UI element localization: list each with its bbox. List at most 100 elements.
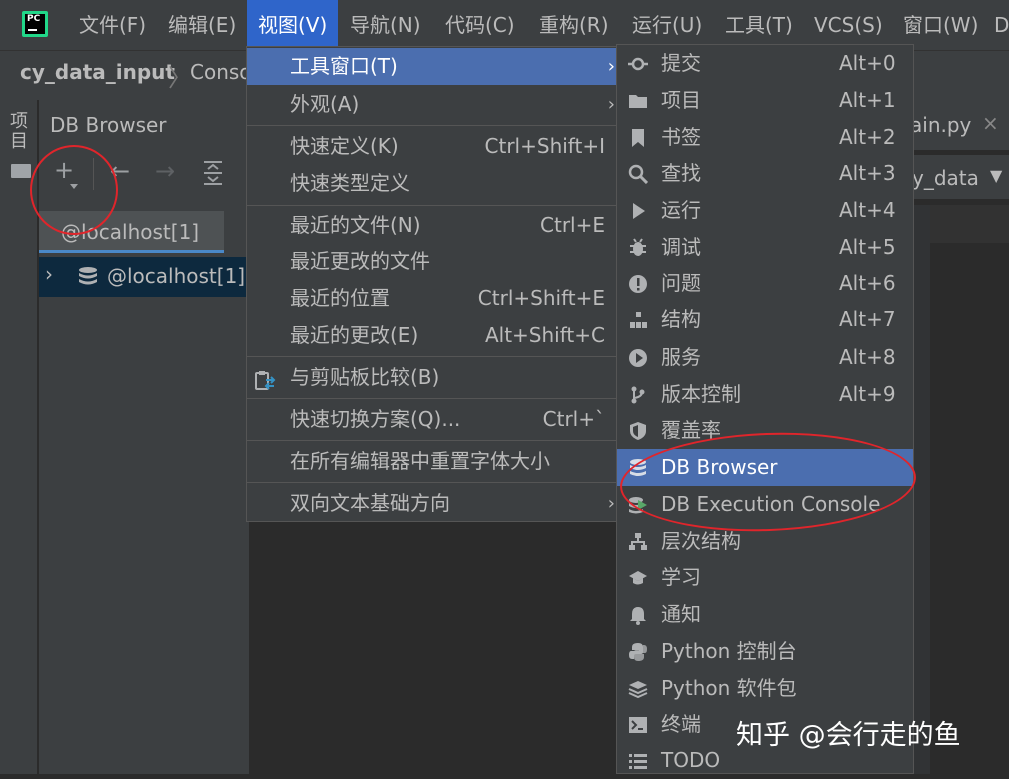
tool-window-label: 运行 xyxy=(661,198,701,222)
menu-item-recent-changes[interactable]: 最近的更改(E) Alt+Shift+C xyxy=(247,317,617,354)
graduation-cap-icon xyxy=(628,568,648,588)
menu-edit[interactable]: 编辑(E) xyxy=(157,0,247,50)
menu-item-compare-clipboard[interactable]: 与剪贴板比较(B) xyxy=(247,359,617,396)
project-tool-button[interactable]: 项目 xyxy=(10,112,32,152)
tool-window-learn[interactable]: 学习 xyxy=(617,559,913,596)
menu-item-quick-type-definition[interactable]: 快速类型定义 xyxy=(247,165,617,202)
breadcrumb-separator: 〉 xyxy=(168,64,192,92)
menu-file[interactable]: 文件(F) xyxy=(68,0,157,50)
vcs-branch-icon xyxy=(628,385,648,405)
menu-item-recent-locations[interactable]: 最近的位置 Ctrl+Shift+E xyxy=(247,280,617,317)
tool-window-python-packages[interactable]: Python 软件包 xyxy=(617,670,913,707)
submenu-arrow-icon: › xyxy=(607,493,615,514)
problems-icon xyxy=(628,274,648,294)
tool-window-notifications[interactable]: 通知 xyxy=(617,596,913,633)
menu-item-shortcut: Ctrl+Shift+I xyxy=(484,134,605,158)
menu-item-appearance[interactable]: 外观(A) › xyxy=(247,86,617,123)
close-icon[interactable]: × xyxy=(982,111,999,135)
tool-window-label: 调试 xyxy=(661,235,701,259)
menu-code[interactable]: 代码(C) xyxy=(434,0,526,50)
menu-item-shortcut: Ctrl+E xyxy=(540,213,605,237)
tool-window-structure[interactable]: 结构 Alt+7 xyxy=(617,301,913,338)
menu-run[interactable]: 运行(U) xyxy=(621,0,713,50)
tool-window-commit[interactable]: 提交 Alt+0 xyxy=(617,45,913,82)
menu-separator xyxy=(247,440,617,441)
tool-window-bookmarks[interactable]: 书签 Alt+2 xyxy=(617,119,913,156)
tool-window-label: 版本控制 xyxy=(661,382,741,406)
tool-window-problems[interactable]: 问题 Alt+6 xyxy=(617,265,913,302)
tool-window-label: 通知 xyxy=(661,602,701,626)
terminal-icon xyxy=(628,715,648,735)
menu-view[interactable]: 视图(V) xyxy=(247,0,339,50)
tool-window-label: 学习 xyxy=(661,565,701,589)
bookmark-icon xyxy=(628,128,648,148)
run-config-label: y_data xyxy=(912,166,979,190)
tool-window-label: 提交 xyxy=(661,51,701,75)
tool-window-shortcut: Alt+0 xyxy=(839,51,896,75)
menu-item-label: 快速定义(K) xyxy=(290,134,399,158)
db-browser-title: DB Browser xyxy=(50,113,167,137)
menu-item-label: 最近更改的文件 xyxy=(290,249,430,273)
menu-item-label: 最近的位置 xyxy=(290,286,390,310)
tool-window-label: Python 控制台 xyxy=(661,639,797,663)
search-icon xyxy=(628,164,649,185)
tool-window-shortcut: Alt+2 xyxy=(839,125,896,149)
menu-item-shortcut: Ctrl+Shift+E xyxy=(477,286,605,310)
commit-icon xyxy=(628,54,648,74)
structure-icon xyxy=(628,310,648,330)
tree-item-label: @localhost[1] xyxy=(107,264,246,288)
tool-window-label: TODO xyxy=(661,748,721,772)
tool-window-run[interactable]: 运行 Alt+4 xyxy=(617,192,913,229)
editor-body[interactable] xyxy=(930,205,1009,774)
tool-window-shortcut: Alt+9 xyxy=(839,382,896,406)
tool-window-shortcut: Alt+8 xyxy=(839,345,896,369)
menu-vcs[interactable]: VCS(S) xyxy=(803,0,894,50)
menu-tools[interactable]: 工具(T) xyxy=(714,0,804,50)
tool-window-version-control[interactable]: 版本控制 Alt+9 xyxy=(617,376,913,413)
breadcrumb-console[interactable]: Conso xyxy=(190,60,252,84)
run-icon xyxy=(628,201,648,221)
menu-item-label: 双向文本基础方向 xyxy=(290,491,450,515)
menu-help-partial[interactable]: D xyxy=(990,0,1009,50)
menu-item-bidi-text-direction[interactable]: 双向文本基础方向 › xyxy=(247,485,617,522)
forward-arrow-icon[interactable]: → xyxy=(155,157,175,185)
menu-item-shortcut: Alt+Shift+C xyxy=(484,323,605,347)
menu-item-quick-definition[interactable]: 快速定义(K) Ctrl+Shift+I xyxy=(247,128,617,165)
menu-item-quick-switch-scheme[interactable]: 快速切换方案(Q)... Ctrl+` xyxy=(247,401,617,438)
menu-item-recently-changed-files[interactable]: 最近更改的文件 xyxy=(247,243,617,280)
menu-separator xyxy=(247,482,617,483)
menu-item-tool-windows[interactable]: 工具窗口(T) › xyxy=(247,48,617,85)
menu-navigate[interactable]: 导航(N) xyxy=(339,0,432,50)
menu-item-label: 工具窗口(T) xyxy=(290,54,398,78)
breadcrumb-project[interactable]: cy_data_input xyxy=(20,60,175,84)
menu-window[interactable]: 窗口(W) xyxy=(892,0,989,50)
layers-icon xyxy=(628,679,648,699)
hierarchy-icon xyxy=(628,532,648,552)
folder-icon xyxy=(628,91,648,111)
menu-separator xyxy=(247,356,617,357)
tool-window-project[interactable]: 项目 Alt+1 xyxy=(617,82,913,119)
menu-item-reset-font-size[interactable]: 在所有编辑器中重置字体大小 xyxy=(247,443,617,480)
menu-item-label: 快速类型定义 xyxy=(290,171,410,195)
menu-item-label: 最近的文件(N) xyxy=(290,213,421,237)
tool-window-shortcut: Alt+3 xyxy=(839,161,896,185)
menu-refactor[interactable]: 重构(R) xyxy=(528,0,620,50)
editor-tab[interactable]: ain.py xyxy=(910,113,971,137)
tool-window-label: 项目 xyxy=(661,88,701,112)
menu-separator xyxy=(247,205,617,206)
menu-item-recent-files[interactable]: 最近的文件(N) Ctrl+E xyxy=(247,207,617,244)
folder-icon[interactable] xyxy=(11,164,31,178)
chevron-down-icon[interactable]: ▼ xyxy=(990,166,1002,185)
pycharm-logo-icon[interactable]: PC xyxy=(22,11,48,37)
menu-separator xyxy=(247,125,617,126)
tool-window-find[interactable]: 查找 Alt+3 xyxy=(617,155,913,192)
tool-window-debug[interactable]: 调试 Alt+5 xyxy=(617,229,913,266)
shield-icon xyxy=(628,421,648,441)
collapse-all-icon[interactable] xyxy=(202,160,224,186)
tool-window-services[interactable]: 服务 Alt+8 xyxy=(617,339,913,376)
chevron-right-icon[interactable]: › xyxy=(45,262,53,286)
tool-window-shortcut: Alt+4 xyxy=(839,198,896,222)
menu-item-label: 与剪贴板比较(B) xyxy=(290,365,440,389)
tool-window-python-console[interactable]: Python 控制台 xyxy=(617,633,913,670)
python-icon xyxy=(628,642,648,662)
